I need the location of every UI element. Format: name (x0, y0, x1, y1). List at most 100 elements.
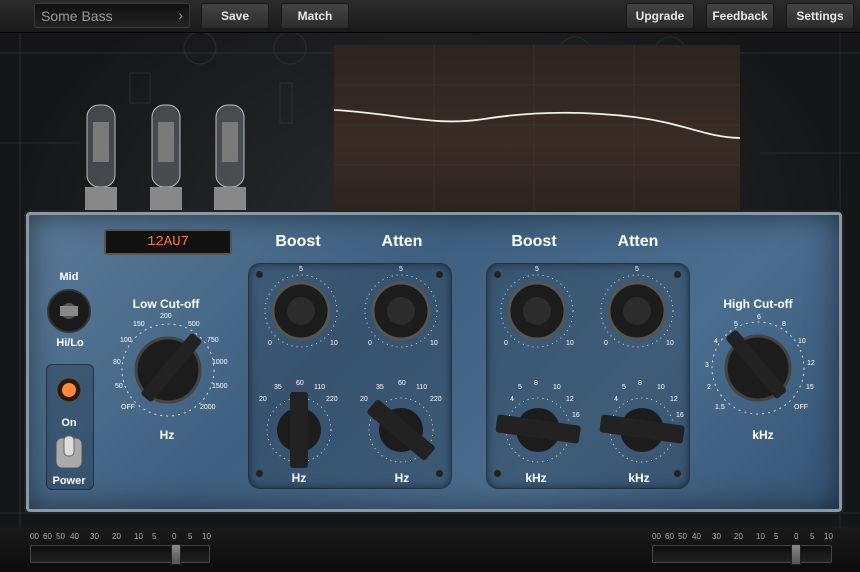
low-cutoff-tick: 1500 (212, 383, 228, 390)
low-atten-freq-unit: Hz (394, 471, 410, 485)
settings-button[interactable]: Settings (786, 3, 854, 29)
low-boost-gain-tick: 10 (330, 340, 338, 347)
upgrade-button[interactable]: Upgrade (626, 3, 694, 29)
feedback-button[interactable]: Feedback (706, 3, 774, 29)
high-cutoff-tick: OFF (794, 404, 808, 411)
fader-scale-tick: 5 (152, 532, 157, 541)
fader-scale-tick: 10 (134, 532, 143, 541)
preset-selector[interactable]: Some Bass › (34, 3, 190, 28)
low-atten-gain-tick: 0 (368, 340, 372, 347)
low-cutoff-tick: OFF (121, 404, 135, 411)
high-atten-freq-tick: 16 (676, 412, 684, 419)
low-boost-freq-tick: 60 (296, 380, 304, 387)
fader-scale-tick: 0 (794, 532, 799, 541)
fader-scale-tick: 10 (202, 532, 211, 541)
low-cutoff-tick: 80 (113, 359, 121, 366)
low-atten-freq-tick: 110 (416, 384, 428, 391)
tube-type-display[interactable]: 12AU7 (104, 229, 232, 255)
fader-scale-tick: 60 (665, 532, 674, 541)
low-cutoff-title: Low Cut-off (132, 297, 200, 311)
high-boost-gain-knob[interactable] (498, 272, 576, 350)
preset-name: Some Bass (41, 8, 113, 24)
high-cutoff-tick: 10 (798, 338, 806, 345)
mid-label: Mid (59, 271, 79, 283)
save-button[interactable]: Save (201, 3, 269, 29)
low-cutoff-tick: 2000 (200, 404, 216, 411)
output-gain-fader[interactable] (652, 544, 832, 565)
toolbar: Some Bass › Save Match Upgrade Feedback … (0, 0, 860, 33)
fader-scale-tick: 40 (70, 532, 79, 541)
low-cutoff-tick: 100 (120, 337, 132, 344)
high-cutoff-tick: 15 (806, 384, 814, 391)
fader-scale-tick: 20 (112, 532, 121, 541)
fader-scale-tick: 40 (692, 532, 701, 541)
high-boost-freq-tick: 12 (566, 396, 574, 403)
low-cutoff-tick: 50 (115, 383, 123, 390)
high-boost-freq-knob[interactable] (494, 392, 582, 468)
low-boost-gain-knob[interactable] (262, 272, 340, 350)
low-atten-label: Atten (381, 233, 423, 250)
screw (256, 271, 263, 278)
high-boost-freq-unit: kHz (525, 471, 547, 485)
low-boost-freq-unit: Hz (291, 471, 307, 485)
low-cutoff-tick: 150 (133, 321, 145, 328)
fader-scale-tick: 10 (756, 532, 765, 541)
low-atten-freq-tick: 35 (376, 384, 384, 391)
screw (674, 271, 681, 278)
screw (436, 271, 443, 278)
fader-scale-tick: 10 (824, 532, 833, 541)
fader-scale-tick: 50 (678, 532, 687, 541)
low-boost-label: Boost (275, 233, 321, 250)
fader-scale-tick: 5 (810, 532, 815, 541)
low-atten-freq-tick: 60 (398, 380, 406, 387)
high-cutoff-tick: 5 (734, 321, 738, 328)
hilo-label: Hi/Lo (56, 337, 84, 349)
fader-scale-tick: 5 (188, 532, 193, 541)
low-boost-freq-tick: 110 (314, 384, 326, 391)
high-cutoff-tick: 2 (707, 384, 711, 391)
high-boost-freq-tick: 16 (572, 412, 580, 419)
input-gain-fader-handle[interactable] (171, 544, 181, 565)
high-atten-freq-tick: 5 (622, 384, 626, 391)
low-boost-freq-knob[interactable] (264, 390, 334, 470)
high-atten-gain-tick: 0 (604, 340, 608, 347)
high-cutoff-tick: 6 (757, 314, 761, 321)
high-cutoff-tick: 3 (705, 362, 709, 369)
vacuum-tube-1 (85, 104, 117, 215)
high-atten-freq-knob[interactable] (598, 392, 686, 468)
fader-scale-tick: 0 (172, 532, 177, 541)
low-atten-gain-tick: 10 (430, 340, 438, 347)
low-atten-freq-knob[interactable] (362, 390, 440, 470)
fader-scale-tick: 50 (56, 532, 65, 541)
input-gain-fader[interactable] (30, 544, 210, 565)
high-boost-gain-tick: 10 (566, 340, 574, 347)
high-cutoff-knob[interactable] (708, 318, 808, 418)
low-boost-freq-tick: 35 (274, 384, 282, 391)
mid-hilo-switch[interactable] (46, 288, 92, 334)
low-boost-gain-tick: 0 (268, 340, 272, 347)
screw (674, 470, 681, 477)
high-boost-freq-tick: 5 (518, 384, 522, 391)
high-cutoff-unit: kHz (752, 428, 774, 442)
chevron-right-icon: › (178, 7, 183, 23)
fader-scale-tick: 5 (774, 532, 779, 541)
vacuum-tube-3 (214, 104, 246, 215)
high-boost-gain-tick: 5 (535, 266, 539, 273)
screw (436, 470, 443, 477)
low-cutoff-tick: 500 (188, 321, 200, 328)
low-atten-gain-knob[interactable] (362, 272, 440, 350)
eq-curve (334, 45, 740, 210)
fader-scale-tick: 30 (90, 532, 99, 541)
low-boost-freq-tick: 20 (259, 396, 267, 403)
match-button[interactable]: Match (281, 3, 349, 29)
vacuum-tube-2 (150, 104, 182, 215)
low-atten-gain-tick: 5 (399, 266, 403, 273)
high-boost-gain-tick: 0 (504, 340, 508, 347)
high-atten-label: Atten (617, 233, 659, 250)
power-toggle-switch[interactable] (53, 432, 85, 472)
fader-scale-tick: 00 (30, 532, 39, 541)
output-gain-fader-handle[interactable] (791, 544, 801, 565)
high-atten-gain-tick: 5 (635, 266, 639, 273)
high-boost-label: Boost (511, 233, 557, 250)
high-atten-gain-knob[interactable] (598, 272, 676, 350)
